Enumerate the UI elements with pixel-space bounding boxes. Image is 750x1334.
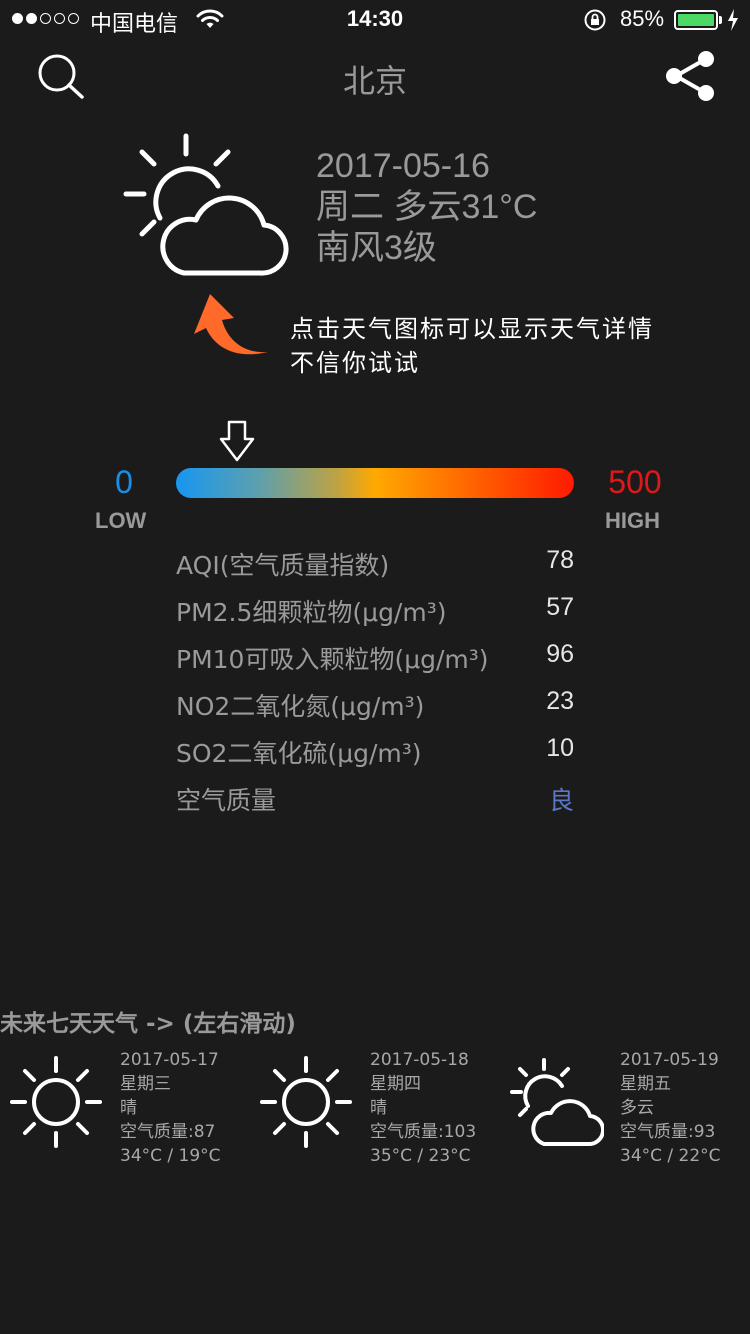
hint-line-2: 不信你试试 bbox=[290, 349, 420, 377]
forecast-item[interactable]: 2017-05-17 星期三 晴 空气质量:87 34°C / 19°C bbox=[0, 1046, 250, 1176]
forecast-temps: 34°C / 19°C bbox=[120, 1146, 221, 1166]
air-quality-grade: 良 bbox=[548, 786, 574, 815]
city-title: 北京 bbox=[342, 62, 407, 100]
rotation-lock-icon bbox=[584, 9, 606, 31]
forecast-temps: 35°C / 23°C bbox=[370, 1146, 471, 1166]
aqi-row-label: NO2二氧化氮(μg/m³) bbox=[176, 692, 425, 721]
forecast-info: 2017-05-17 星期三 晴 空气质量:87 34°C / 19°C bbox=[120, 1048, 221, 1168]
current-date: 2017-05-16 bbox=[316, 147, 490, 185]
forecast-air-quality: 空气质量:87 bbox=[120, 1122, 216, 1142]
sun-icon bbox=[260, 1056, 352, 1148]
aqi-row-value: 10 bbox=[546, 734, 574, 762]
curved-arrow-icon bbox=[194, 294, 268, 355]
aqi-row-pm10: PM10可吸入颗粒物(μg/m³) 96 bbox=[176, 640, 576, 680]
share-button[interactable] bbox=[662, 48, 718, 104]
forecast-item[interactable]: 2017-05-19 星期五 多云 空气质量:93 34°C / 22°C bbox=[500, 1046, 750, 1176]
forecast-weather: 多云 bbox=[620, 1098, 654, 1118]
aqi-row-label: PM10可吸入颗粒物(μg/m³) bbox=[176, 645, 489, 674]
aqi-row-aqi: AQI(空气质量指数) 78 bbox=[176, 546, 576, 586]
hint-text: 点击天气图标可以显示天气详情 不信你试试 bbox=[290, 312, 654, 380]
forecast-weekday: 星期五 bbox=[620, 1074, 671, 1094]
forecast-temps: 34°C / 22°C bbox=[620, 1146, 721, 1166]
current-weather-icon-button[interactable] bbox=[120, 128, 292, 284]
aqi-row-value: 23 bbox=[546, 687, 574, 715]
aqi-row-value: 96 bbox=[546, 640, 574, 668]
aqi-row-no2: NO2二氧化氮(μg/m³) 23 bbox=[176, 687, 576, 727]
aqi-row-label: PM2.5细颗粒物(μg/m³) bbox=[176, 598, 447, 627]
forecast-date: 2017-05-18 bbox=[370, 1050, 469, 1070]
aqi-pointer-arrow-icon bbox=[219, 420, 255, 462]
partly-cloudy-icon bbox=[510, 1058, 604, 1147]
aqi-row-so2: SO2二氧化硫(μg/m³) 10 bbox=[176, 734, 576, 774]
forecast-date: 2017-05-17 bbox=[120, 1050, 219, 1070]
aqi-row-label: 空气质量 bbox=[176, 786, 277, 815]
aqi-row-label: SO2二氧化硫(μg/m³) bbox=[176, 739, 422, 768]
forecast-weather: 晴 bbox=[120, 1098, 137, 1118]
aqi-min-label: LOW bbox=[95, 508, 147, 533]
aqi-max-value: 500 bbox=[608, 464, 662, 500]
forecast-air-quality: 空气质量:93 bbox=[620, 1122, 716, 1142]
status-bar: 中国电信 14:30 85% bbox=[0, 0, 750, 40]
battery-icon bbox=[674, 10, 718, 30]
aqi-max-label: HIGH bbox=[605, 508, 660, 533]
forecast-weekday: 星期四 bbox=[370, 1074, 421, 1094]
current-wind: 南风3级 bbox=[316, 229, 437, 267]
aqi-row-pm25: PM2.5细颗粒物(μg/m³) 57 bbox=[176, 593, 576, 633]
share-icon bbox=[666, 51, 714, 101]
forecast-date: 2017-05-19 bbox=[620, 1050, 719, 1070]
aqi-row-value: 57 bbox=[546, 593, 574, 621]
aqi-gradient-bar bbox=[176, 468, 574, 498]
forecast-info: 2017-05-19 星期五 多云 空气质量:93 34°C / 22°C bbox=[620, 1048, 721, 1168]
current-day-weather: 周二 多云31°C bbox=[316, 188, 538, 226]
aqi-row-label: AQI(空气质量指数) bbox=[176, 551, 390, 580]
aqi-row-value: 78 bbox=[546, 546, 574, 574]
aqi-min-value: 0 bbox=[115, 464, 133, 500]
battery-percentage: 85% bbox=[620, 6, 665, 31]
forecast-title: 未来七天天气 -> (左右滑动) bbox=[0, 1011, 296, 1037]
forecast-item[interactable]: 2017-05-18 星期四 晴 空气质量:103 35°C / 23°C bbox=[250, 1046, 500, 1176]
forecast-air-quality: 空气质量:103 bbox=[370, 1122, 477, 1142]
partly-cloudy-icon bbox=[123, 133, 289, 276]
charging-icon bbox=[728, 9, 738, 31]
sun-icon bbox=[10, 1056, 102, 1148]
aqi-row-air-quality: 空气质量 良 bbox=[176, 781, 576, 821]
forecast-scroll-list[interactable]: 2017-05-17 星期三 晴 空气质量:87 34°C / 19°C 201… bbox=[0, 1046, 750, 1176]
forecast-weather: 晴 bbox=[370, 1098, 387, 1118]
forecast-weekday: 星期三 bbox=[120, 1074, 171, 1094]
hint-line-1: 点击天气图标可以显示天气详情 bbox=[290, 315, 654, 343]
forecast-info: 2017-05-18 星期四 晴 空气质量:103 35°C / 23°C bbox=[370, 1048, 476, 1168]
